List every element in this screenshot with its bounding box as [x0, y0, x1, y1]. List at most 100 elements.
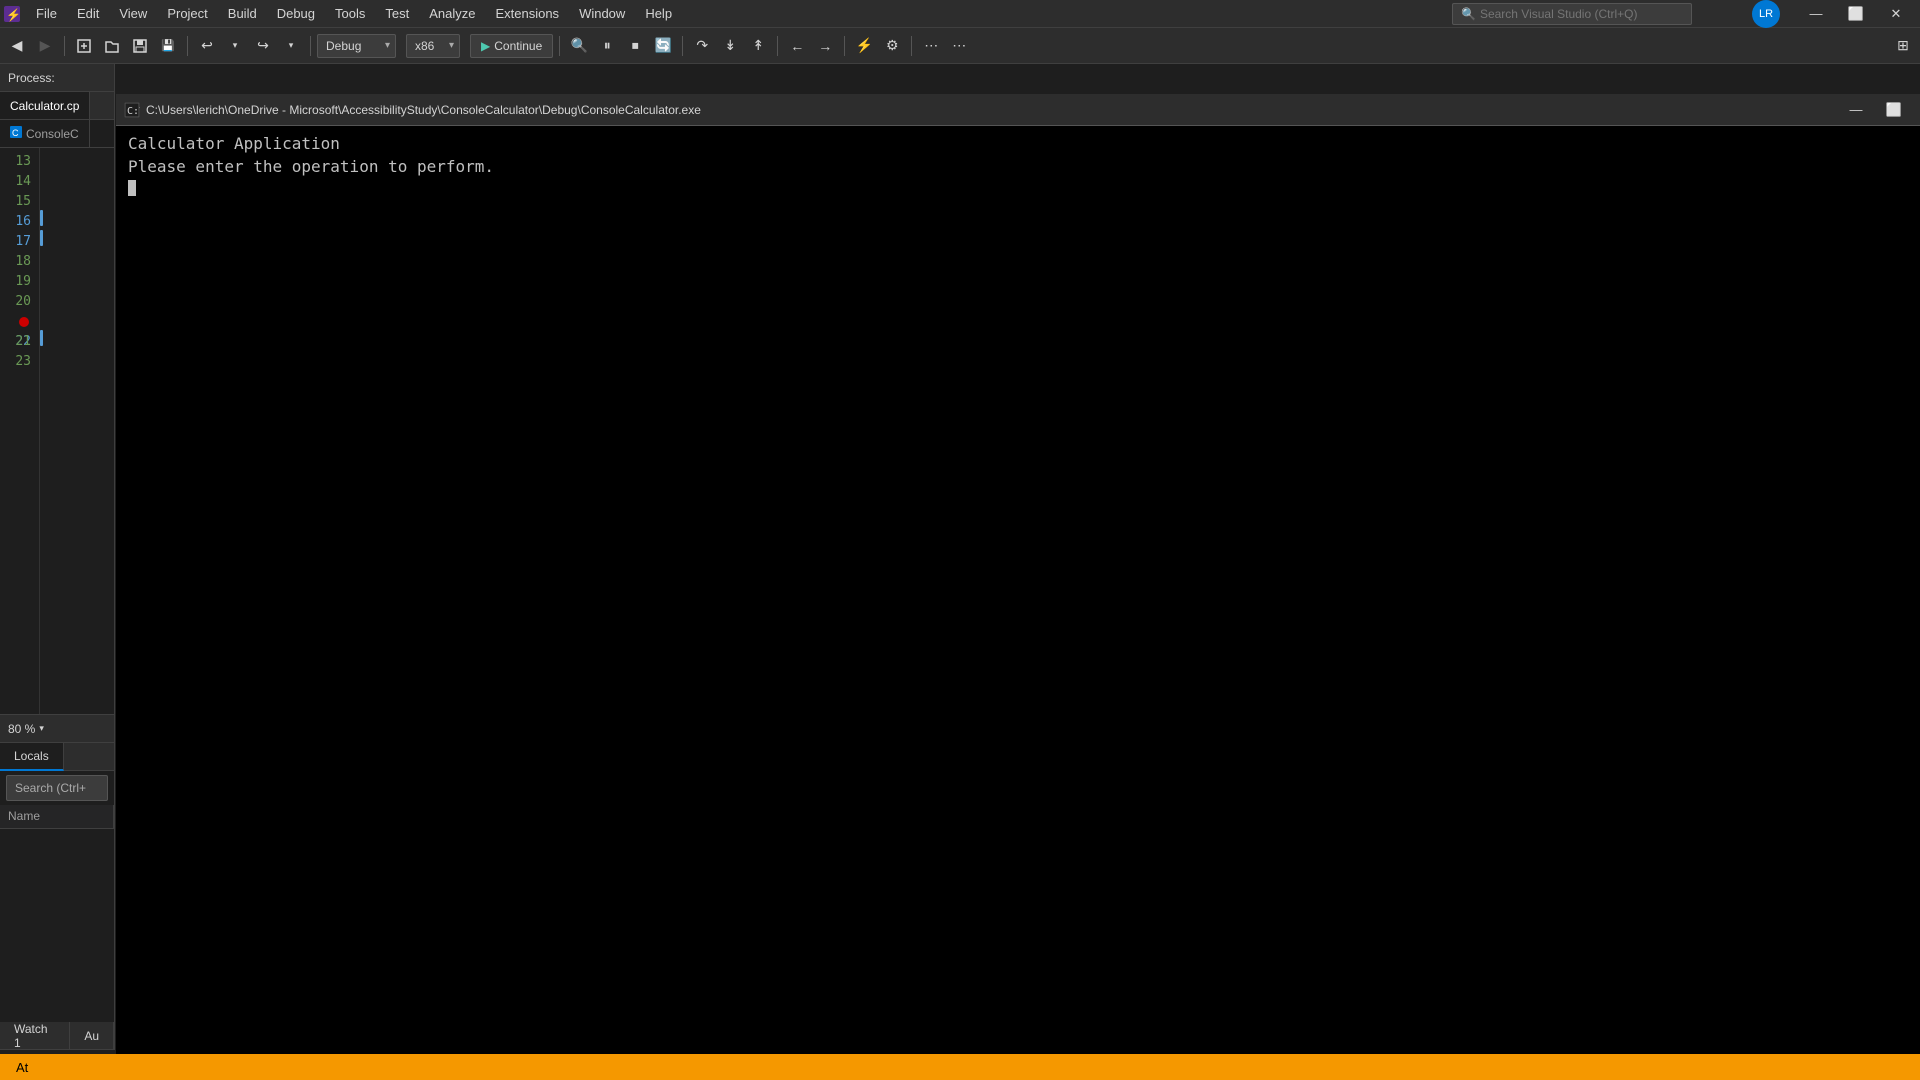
code-tabs: C ConsoleC [0, 120, 114, 148]
console-restore-btn[interactable]: ⬜ [1876, 99, 1912, 121]
menu-help[interactable]: Help [635, 0, 682, 28]
code-tab-label: ConsoleC [26, 127, 79, 141]
menu-file[interactable]: File [26, 0, 67, 28]
play-icon: ▶ [481, 39, 490, 53]
more2-button[interactable]: ⋯ [946, 33, 972, 59]
breakpoint-icon [19, 317, 29, 327]
line-19: 19 [8, 272, 31, 292]
undo-dropdown[interactable]: ▾ [222, 33, 248, 59]
locals-search-text: Search (Ctrl+ [15, 781, 86, 795]
toolbar-separator-3 [310, 36, 311, 56]
code-tab-console[interactable]: C ConsoleC [0, 120, 90, 148]
redo-dropdown[interactable]: ▾ [278, 33, 304, 59]
search-input[interactable] [1480, 7, 1683, 21]
platform-dropdown[interactable]: x86 x64 [406, 34, 460, 58]
debug-config-dropdown-wrap: Debug Release [317, 34, 396, 58]
console-title-bar: C:\ C:\Users\lerich\OneDrive - Microsoft… [116, 94, 1920, 126]
line-17: 17 [8, 232, 31, 252]
toolbar-separator-7 [844, 36, 845, 56]
menu-tools[interactable]: Tools [325, 0, 375, 28]
menu-build[interactable]: Build [218, 0, 267, 28]
menu-edit[interactable]: Edit [67, 0, 109, 28]
tab-locals[interactable]: Locals [0, 743, 64, 771]
console-app-title: Calculator Application [128, 134, 1908, 153]
forward-button[interactable]: ▶ [32, 33, 58, 59]
menu-view[interactable]: View [109, 0, 157, 28]
line-20: 20 [8, 292, 31, 312]
console-window-controls: — ⬜ [1838, 99, 1912, 121]
pause-button[interactable]: ⏸ [594, 33, 620, 59]
back-button[interactable]: ◀ [4, 33, 30, 59]
layout-button[interactable]: ⊞ [1890, 33, 1916, 59]
debug-config-dropdown[interactable]: Debug Release [317, 34, 396, 58]
menu-test[interactable]: Test [375, 0, 419, 28]
locals-search[interactable]: Search (Ctrl+ [6, 775, 108, 801]
code-editor-area: 13 14 15 16 17 18 19 20 21 22 23 [0, 148, 114, 742]
menu-bar: ⚡ File Edit View Project Build Debug Too… [0, 0, 1920, 28]
console-title-text: C:\Users\lerich\OneDrive - Microsoft\Acc… [146, 103, 1838, 117]
line-14: 14 [8, 172, 31, 192]
more-button[interactable]: ⋯ [918, 33, 944, 59]
undo-button[interactable]: ↩ [194, 33, 220, 59]
menu-window[interactable]: Window [569, 0, 635, 28]
line-23: 23 [8, 352, 31, 372]
continue-button[interactable]: ▶ Continue [470, 34, 553, 58]
restore-button[interactable]: ⬜ [1836, 0, 1876, 28]
platform-dropdown-wrap: x86 x64 [406, 34, 460, 58]
step-over-button[interactable]: ↷ [689, 33, 715, 59]
performance-button[interactable]: ⚡ [851, 33, 877, 59]
back-nav-button[interactable]: ← [784, 33, 810, 59]
save-all-button[interactable]: 💾 [155, 33, 181, 59]
code-content[interactable] [46, 148, 114, 714]
bottom-panel: Locals Search (Ctrl+ Name [0, 742, 114, 1022]
settings-button[interactable]: ⚙ [879, 33, 905, 59]
status-at-text: At [16, 1060, 28, 1075]
svg-text:⚡: ⚡ [6, 8, 20, 22]
vs-icon: ⚡ [4, 6, 20, 22]
tab-auto[interactable]: Au [70, 1022, 114, 1050]
forward-nav-button[interactable]: → [812, 33, 838, 59]
step-into-button[interactable]: ↡ [717, 33, 743, 59]
main-layout: Process: Calculator.cp C ConsoleC 13 14 … [0, 64, 1920, 1050]
toolbar-separator-1 [64, 36, 65, 56]
code-tab-icon: C [10, 126, 22, 141]
indicator-bar-17 [40, 230, 43, 246]
line-numbers: 13 14 15 16 17 18 19 20 21 22 23 [0, 148, 40, 714]
line-13: 13 [8, 152, 31, 172]
menu-debug[interactable]: Debug [267, 0, 325, 28]
search-debug-button[interactable]: 🔍 [566, 33, 592, 59]
menu-extensions[interactable]: Extensions [485, 0, 569, 28]
toolbar-separator-6 [777, 36, 778, 56]
restart-button[interactable]: 🔄 [650, 33, 676, 59]
profile-avatar[interactable]: LR [1752, 0, 1780, 28]
minimize-button[interactable]: — [1796, 0, 1836, 28]
save-button[interactable] [127, 33, 153, 59]
continue-label: Continue [494, 39, 542, 53]
stop-button[interactable]: ⏹ [622, 33, 648, 59]
process-bar: Process: [0, 64, 114, 92]
search-box[interactable]: 🔍 [1452, 3, 1692, 25]
process-label: Process: [8, 71, 55, 85]
status-at: At [8, 1060, 36, 1075]
toolbar-separator-8 [911, 36, 912, 56]
file-tab-calculator[interactable]: Calculator.cp [0, 92, 90, 120]
tab-watch1[interactable]: Watch 1 [0, 1022, 70, 1050]
new-project-button[interactable] [71, 33, 97, 59]
step-out-button[interactable]: ↟ [745, 33, 771, 59]
console-minimize-btn[interactable]: — [1838, 99, 1874, 121]
file-tabs: Calculator.cp [0, 92, 114, 120]
open-button[interactable] [99, 33, 125, 59]
console-body[interactable]: Calculator Application Please enter the … [116, 126, 1920, 1080]
menu-analyze[interactable]: Analyze [419, 0, 485, 28]
zoom-control[interactable]: 80 % ▾ [0, 714, 114, 742]
console-window: C:\ C:\Users\lerich\OneDrive - Microsoft… [116, 94, 1920, 1080]
menu-project[interactable]: Project [157, 0, 217, 28]
svg-text:C: C [12, 128, 19, 138]
right-area: C:\ C:\Users\lerich\OneDrive - Microsoft… [115, 64, 1920, 1050]
toolbar-separator-2 [187, 36, 188, 56]
close-button[interactable]: ✕ [1876, 0, 1916, 28]
bottom-tabs: Locals [0, 743, 114, 771]
redo-button[interactable]: ↪ [250, 33, 276, 59]
search-icon: 🔍 [1461, 7, 1476, 21]
console-prompt: Please enter the operation to perform. [128, 157, 1908, 176]
